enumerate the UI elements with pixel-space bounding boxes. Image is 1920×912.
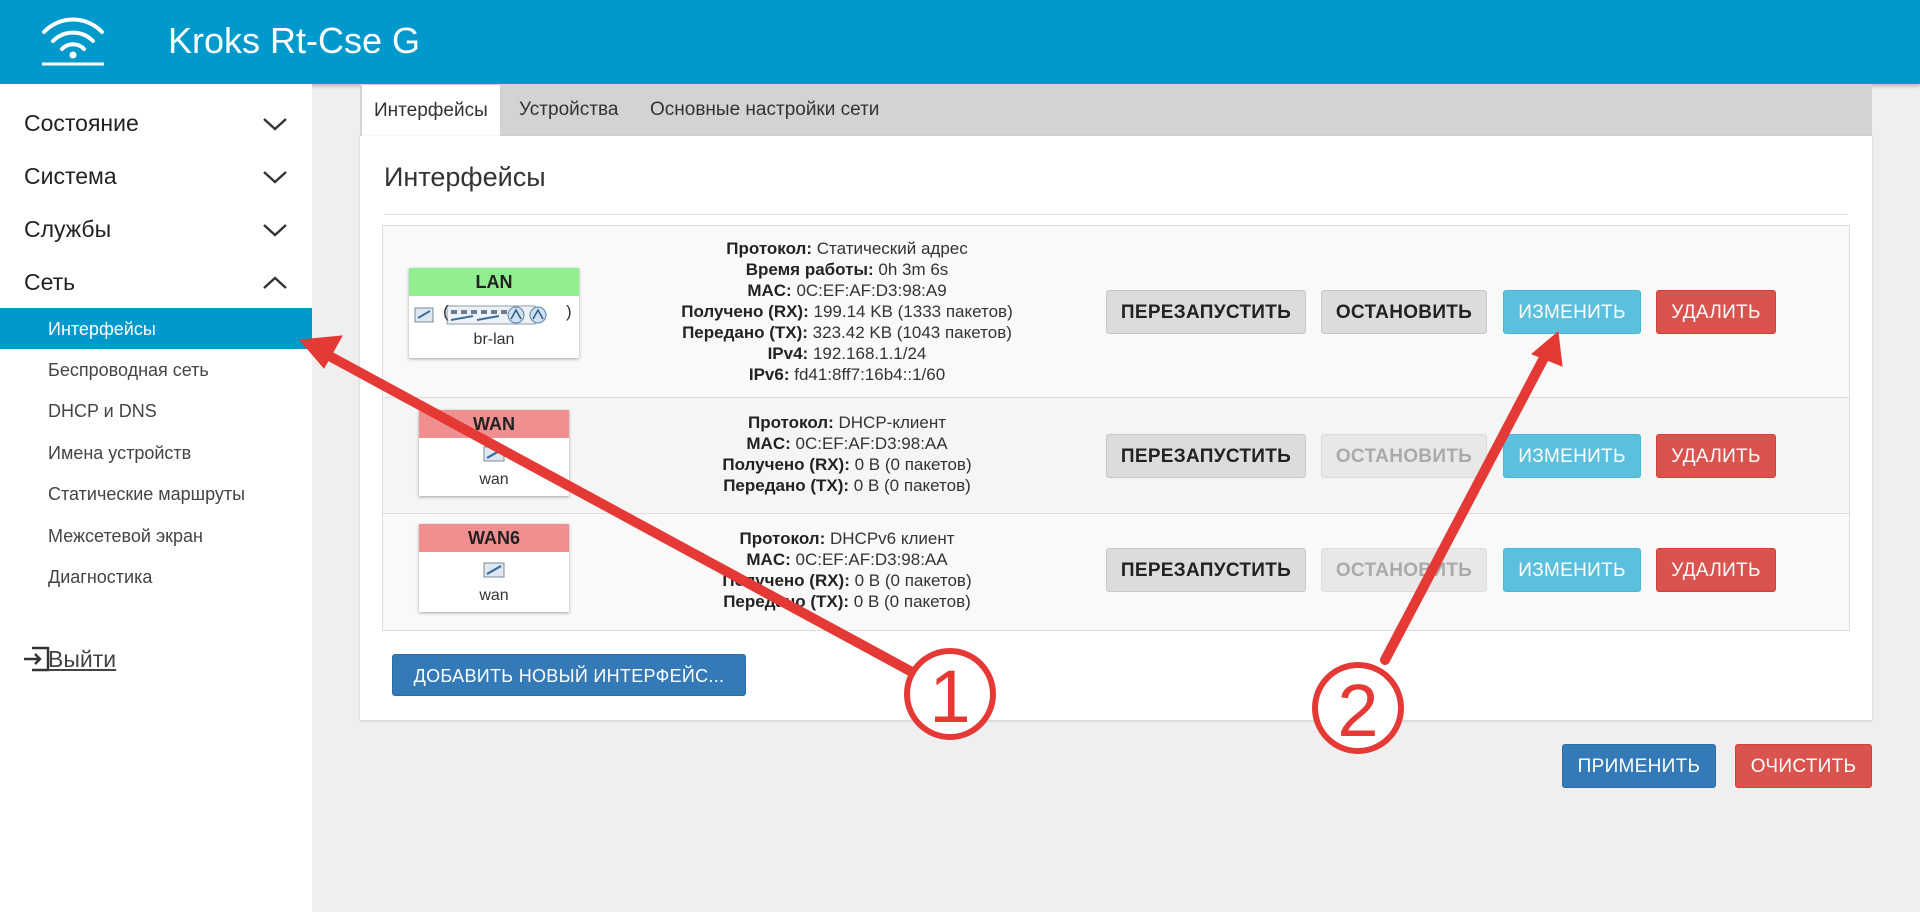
logout-link[interactable]: Выйти (22, 642, 142, 676)
add-interface-button[interactable]: ДОБАВИТЬ НОВЫЙ ИНТЕРФЕЙС... (392, 654, 746, 696)
top-header: Kroks Rt-Cse G (0, 0, 1920, 84)
interface-info-wan: Протокол: DHCP-клиент MAC: 0C:EF:AF:D3:9… (722, 413, 972, 495)
sidebar-subitem-hostnames[interactable]: Имена устройств (48, 441, 191, 465)
restart-button[interactable]: ПЕРЕЗАПУСТИТЬ (1106, 434, 1306, 478)
interface-device: br-lan (473, 331, 515, 348)
sidebar-subitem-firewall[interactable]: Межсетевой экран (48, 524, 203, 548)
sidebar-item-status[interactable]: Состояние (24, 108, 139, 138)
chevron-down-icon[interactable] (262, 169, 288, 185)
interface-name: WAN6 (419, 524, 569, 552)
chevron-down-icon[interactable] (262, 222, 288, 238)
divider (384, 214, 1848, 215)
sidebar-subitem-label: Интерфейсы (48, 319, 156, 339)
tab-bar: Интерфейсы Устройства Основные настройки… (360, 84, 1872, 136)
table-row: WAN6 wan Протокол: DHCPv6 клиент MAC: 0C… (383, 514, 1849, 630)
bridge-ports-icons (414, 305, 547, 325)
tab-interfaces[interactable]: Интерфейсы (362, 84, 500, 136)
sidebar-subitem-wireless[interactable]: Беспроводная сеть (48, 358, 209, 382)
table-row: WAN wan Протокол: DHCP-клиент MAC: 0C:EF… (383, 398, 1849, 514)
interface-badge-wan[interactable]: WAN wan (419, 410, 569, 496)
wifi-logo-icon[interactable] (38, 14, 108, 68)
paren-close: ) (566, 302, 572, 321)
interface-name: WAN (419, 410, 569, 438)
sidebar-subitem-diagnostics[interactable]: Диагностика (48, 565, 152, 589)
chevron-up-icon[interactable] (262, 275, 288, 291)
table-row: LAN ( ) br-lan Протокол: Статический адр… (383, 226, 1849, 398)
restart-button[interactable]: ПЕРЕЗАПУСТИТЬ (1106, 548, 1306, 592)
interface-name: LAN (409, 268, 579, 296)
interface-badge-lan[interactable]: LAN ( ) br-lan (409, 268, 579, 358)
reset-button[interactable]: ОЧИСТИТЬ (1735, 744, 1872, 788)
ethernet-port-icon (483, 562, 505, 578)
apply-button[interactable]: ПРИМЕНИТЬ (1562, 744, 1716, 788)
tab-devices[interactable]: Устройства (519, 84, 618, 136)
interface-info-wan6: Протокол: DHCPv6 клиент MAC: 0C:EF:AF:D3… (722, 529, 972, 611)
logout-label: Выйти (48, 646, 117, 672)
delete-button[interactable]: УДАЛИТЬ (1656, 290, 1776, 334)
tab-global-network-settings[interactable]: Основные настройки сети (650, 84, 879, 136)
edit-button[interactable]: ИЗМЕНИТЬ (1503, 290, 1641, 334)
ethernet-port-icon (483, 446, 505, 462)
page-title: Интерфейсы (384, 162, 546, 192)
paren-open: ( (443, 302, 449, 321)
sidebar-item-network[interactable]: Сеть (24, 267, 75, 297)
stop-button-disabled: ОСТАНОВИТЬ (1321, 548, 1487, 592)
edit-button[interactable]: ИЗМЕНИТЬ (1503, 434, 1641, 478)
chevron-down-icon[interactable] (262, 116, 288, 132)
sidebar-subitem-interfaces[interactable]: Интерфейсы (0, 308, 312, 349)
sidebar-item-system[interactable]: Система (24, 161, 117, 191)
brand-title: Kroks Rt-Cse G (168, 20, 421, 61)
restart-button[interactable]: ПЕРЕЗАПУСТИТЬ (1106, 290, 1306, 334)
sidebar-subitem-static-routes[interactable]: Статические маршруты (48, 482, 245, 506)
interface-info-lan: Протокол: Статический адрес Время работы… (681, 239, 1013, 384)
interfaces-panel: Интерфейсы LAN ( ) br-lan Протокол: Стат… (360, 136, 1872, 720)
delete-button[interactable]: УДАЛИТЬ (1656, 548, 1776, 592)
sidebar-subitem-dhcp-dns[interactable]: DHCP и DNS (48, 399, 157, 423)
stop-button-disabled: ОСТАНОВИТЬ (1321, 434, 1487, 478)
interface-badge-wan6[interactable]: WAN6 wan (419, 524, 569, 612)
stop-button[interactable]: ОСТАНОВИТЬ (1321, 290, 1487, 334)
delete-button[interactable]: УДАЛИТЬ (1656, 434, 1776, 478)
edit-button[interactable]: ИЗМЕНИТЬ (1503, 548, 1641, 592)
interfaces-table: LAN ( ) br-lan Протокол: Статический адр… (382, 225, 1850, 631)
interface-device: wan (479, 471, 509, 488)
sidebar-item-services[interactable]: Службы (24, 214, 111, 244)
sidebar: Состояние Система Службы Сеть Интерфейсы… (0, 84, 312, 912)
interface-device: wan (479, 587, 509, 604)
